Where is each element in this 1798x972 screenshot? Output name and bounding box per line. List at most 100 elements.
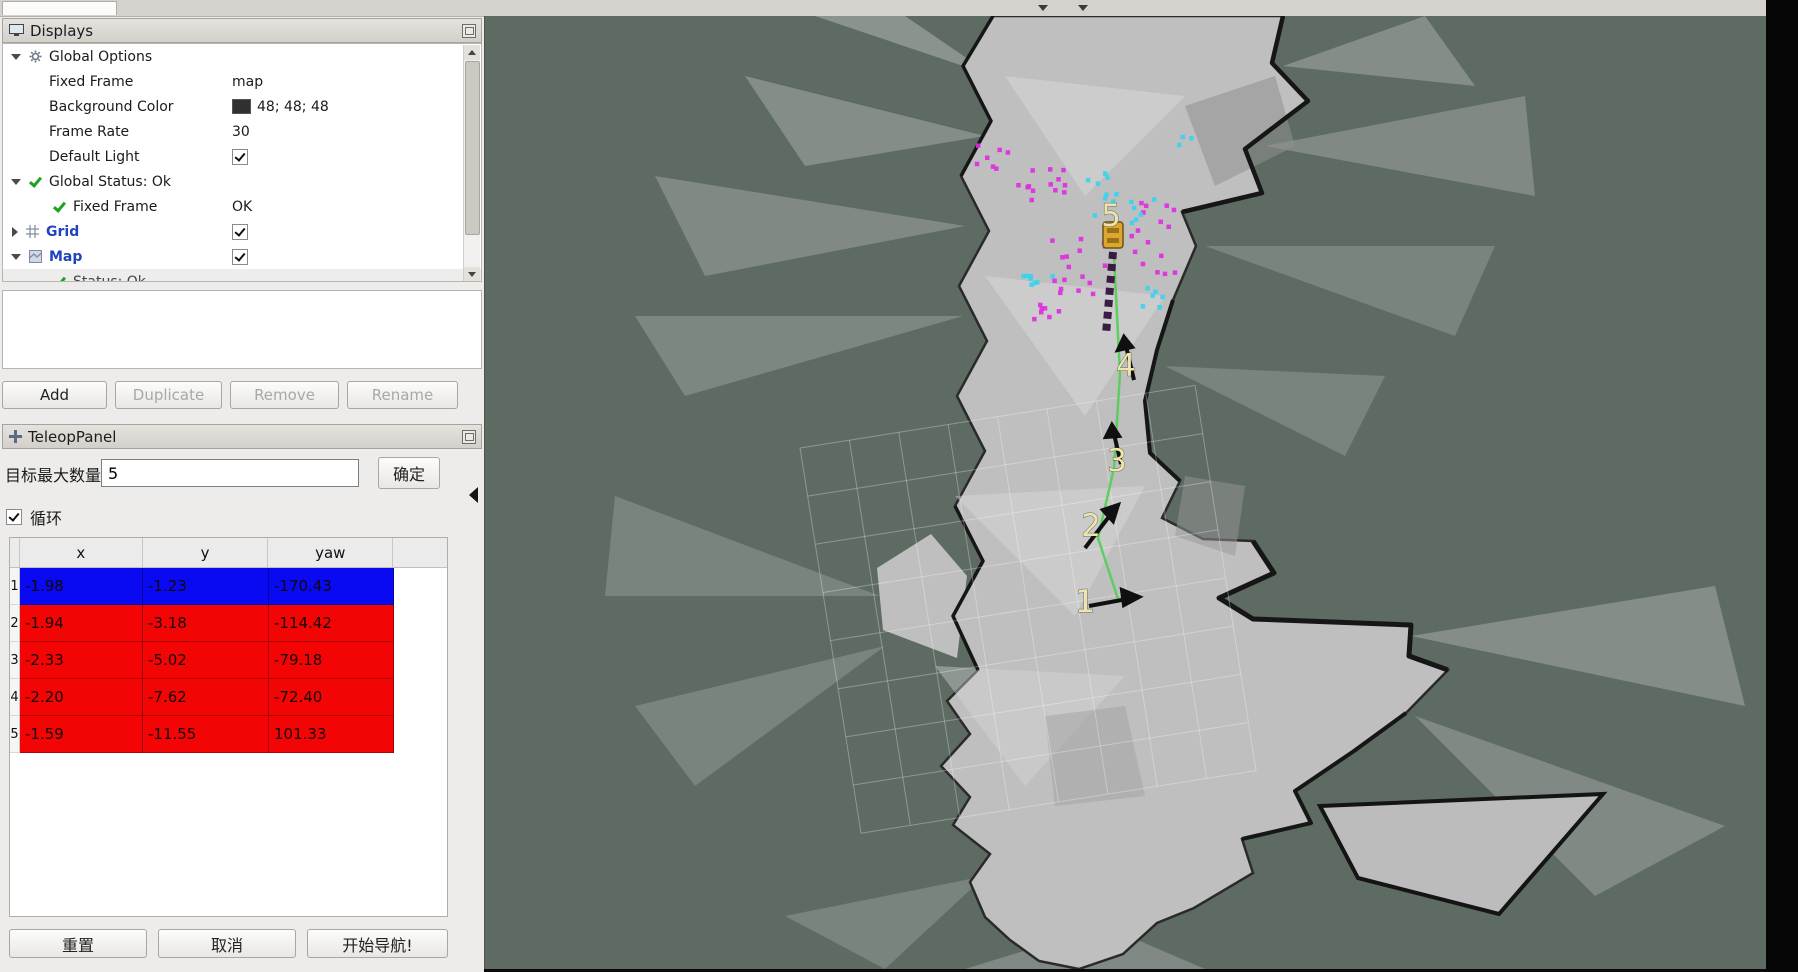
max-targets-input[interactable]: [101, 459, 359, 487]
svg-text:1: 1: [1075, 584, 1095, 620]
cell-yaw[interactable]: -170.43: [269, 568, 394, 605]
expander-open-icon[interactable]: [11, 179, 21, 185]
table-header-row: x y yaw: [10, 538, 447, 568]
row-number: 3: [10, 642, 20, 679]
right-dark-strip: [1766, 0, 1798, 972]
map-enabled-checkbox[interactable]: [232, 249, 248, 265]
loop-label: 循环: [30, 505, 62, 529]
toolbar-dropdown-icon[interactable]: [1038, 5, 1048, 11]
table-row[interactable]: 1 -1.98 -1.23 -170.43: [10, 568, 447, 605]
cell-y[interactable]: -7.62: [143, 679, 269, 716]
cell-x[interactable]: -2.20: [20, 679, 143, 716]
tree-scrollbar[interactable]: [463, 45, 480, 282]
property-description-box: [2, 290, 482, 369]
default-light-checkbox[interactable]: [232, 149, 248, 165]
rviz-window: Displays Global Options Fixed Frame map …: [0, 0, 1798, 972]
panel-float-button[interactable]: [462, 430, 476, 444]
map-3d-view[interactable]: 12345: [484, 16, 1767, 969]
cell-x[interactable]: -2.33: [20, 642, 143, 679]
expander-open-icon[interactable]: [11, 254, 21, 260]
column-header-x[interactable]: x: [20, 538, 143, 567]
add-button[interactable]: Add: [2, 381, 107, 409]
grid-display-icon: [24, 225, 40, 239]
tree-value[interactable]: 30: [232, 124, 250, 140]
scroll-up-icon[interactable]: [464, 45, 480, 60]
top-tab[interactable]: [2, 1, 117, 15]
confirm-button[interactable]: 确定: [378, 457, 440, 489]
cell-y[interactable]: -5.02: [143, 642, 269, 679]
map-display-icon: [27, 250, 43, 264]
row-number: 5: [10, 716, 20, 753]
corner-header-cell: [10, 538, 20, 567]
toolbar-dropdown-icon[interactable]: [1078, 5, 1088, 11]
cell-y[interactable]: -11.55: [143, 716, 269, 753]
start-navigation-button[interactable]: 开始导航!: [307, 929, 448, 958]
expander-open-icon[interactable]: [11, 54, 21, 60]
remove-button[interactable]: Remove: [230, 381, 339, 409]
tree-row-global-status[interactable]: Global Status: Ok: [3, 169, 481, 194]
tree-row-fixed-frame-status[interactable]: Fixed Frame OK: [3, 194, 481, 219]
cell-yaw[interactable]: 101.33: [269, 716, 394, 753]
cell-y[interactable]: -3.18: [143, 605, 269, 642]
loop-checkbox[interactable]: [6, 509, 22, 525]
tree-label: Grid: [46, 224, 79, 240]
waypoint-table: x y yaw 1 -1.98 -1.23 -170.43 2 -1.94 -3…: [9, 537, 448, 917]
teleop-panel-icon: [9, 430, 22, 443]
status-ok-check-icon: [27, 175, 43, 189]
tree-label: Map: [49, 249, 82, 265]
displays-panel-header[interactable]: Displays: [2, 18, 482, 43]
cell-x[interactable]: -1.98: [20, 568, 143, 605]
svg-text:5: 5: [1101, 198, 1121, 234]
teleop-panel-title: TeleopPanel: [28, 428, 116, 446]
table-row[interactable]: 4 -2.20 -7.62 -72.40: [10, 679, 447, 716]
scroll-down-icon[interactable]: [464, 267, 480, 282]
rename-button[interactable]: Rename: [347, 381, 458, 409]
table-row[interactable]: 5 -1.59 -11.55 101.33: [10, 716, 447, 753]
scrollbar-thumb[interactable]: [465, 61, 480, 235]
top-toolbar: [0, 0, 1798, 17]
cell-yaw[interactable]: -72.40: [269, 679, 394, 716]
status-ok-check-icon: [51, 275, 67, 283]
duplicate-button[interactable]: Duplicate: [115, 381, 222, 409]
column-header-y[interactable]: y: [143, 538, 269, 567]
tree-row-background-color[interactable]: Background Color 48; 48; 48: [3, 94, 481, 119]
cancel-button[interactable]: 取消: [158, 929, 296, 958]
color-swatch: [232, 99, 251, 114]
reset-button[interactable]: 重置: [9, 929, 147, 958]
displays-panel-icon: [9, 24, 24, 37]
cell-x[interactable]: -1.59: [20, 716, 143, 753]
tree-value: OK: [232, 199, 252, 215]
cell-yaw[interactable]: -114.42: [269, 605, 394, 642]
max-targets-label: 目标最大数量: [5, 462, 101, 486]
expander-closed-icon[interactable]: [12, 227, 18, 237]
tree-row-grid[interactable]: Grid: [3, 219, 481, 244]
tree-value[interactable]: map: [232, 74, 263, 90]
teleop-panel-header[interactable]: TeleopPanel: [2, 424, 482, 449]
tree-value[interactable]: 48; 48; 48: [232, 99, 329, 115]
grid-enabled-checkbox[interactable]: [232, 224, 248, 240]
gear-icon: [27, 50, 43, 64]
tree-label: Frame Rate: [49, 124, 129, 140]
row-number: 1: [10, 568, 20, 605]
tree-row-map[interactable]: Map: [3, 244, 481, 269]
cell-x[interactable]: -1.94: [20, 605, 143, 642]
tree-row-fixed-frame[interactable]: Fixed Frame map: [3, 69, 481, 94]
tree-row-frame-rate[interactable]: Frame Rate 30: [3, 119, 481, 144]
column-header-yaw[interactable]: yaw: [268, 538, 393, 567]
tree-row-map-status-partial[interactable]: Status: Ok: [3, 269, 481, 282]
svg-text:4: 4: [1116, 348, 1136, 384]
tree-label: Fixed Frame: [73, 199, 157, 215]
panel-float-button[interactable]: [462, 24, 476, 38]
panel-collapse-handle[interactable]: [469, 487, 478, 503]
tree-label: Background Color: [49, 99, 174, 115]
row-number: 2: [10, 605, 20, 642]
row-number: 4: [10, 679, 20, 716]
cell-y[interactable]: -1.23: [143, 568, 269, 605]
displays-tree: Global Options Fixed Frame map Backgroun…: [2, 43, 482, 282]
cell-yaw[interactable]: -79.18: [269, 642, 394, 679]
tree-row-global-options[interactable]: Global Options: [3, 44, 481, 69]
tree-row-default-light[interactable]: Default Light: [3, 144, 481, 169]
svg-text:2: 2: [1081, 508, 1101, 544]
table-row[interactable]: 2 -1.94 -3.18 -114.42: [10, 605, 447, 642]
table-row[interactable]: 3 -2.33 -5.02 -79.18: [10, 642, 447, 679]
